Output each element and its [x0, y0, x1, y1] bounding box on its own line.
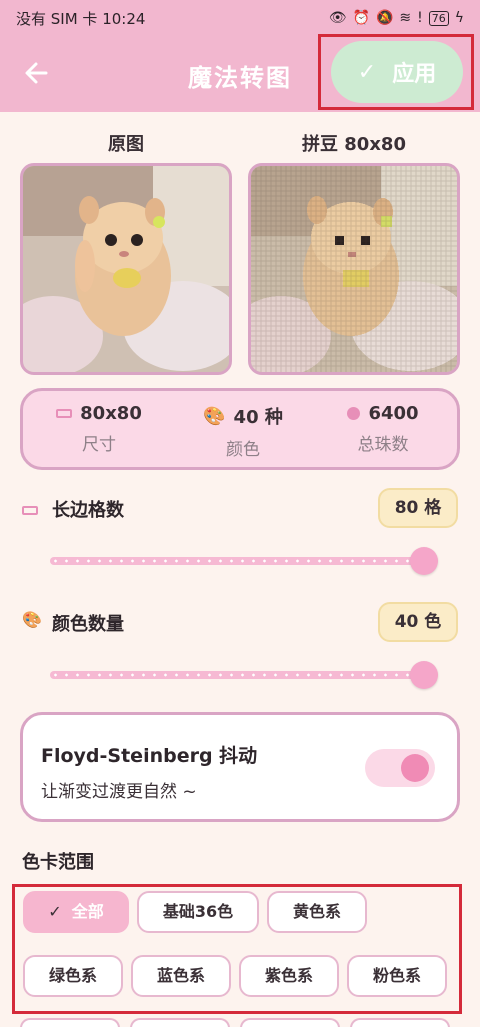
- status-icons: 👁 ⏰ 🔕 ≋ ! 76 ϟ: [329, 10, 464, 26]
- charging-icon: ϟ: [454, 10, 464, 26]
- color-count-slider[interactable]: [50, 660, 438, 690]
- chip-purple[interactable]: 紫色系: [239, 955, 339, 997]
- eye-icon: 👁: [328, 10, 347, 26]
- wifi-icon: ≋: [399, 10, 412, 26]
- dither-subtitle: 让渐变过渡更自然 ~: [41, 782, 197, 802]
- apply-button[interactable]: ✓ 应用: [331, 41, 463, 103]
- chip-peek: [130, 1018, 230, 1027]
- ruler-icon: [56, 409, 73, 418]
- status-text: 没有 SIM 卡 10:24: [16, 9, 146, 28]
- apply-highlight: ✓ 应用: [318, 34, 474, 110]
- pixel-preview-image: [248, 163, 460, 375]
- color-count-badge: 40 色: [378, 602, 458, 642]
- color-count-row: 🎨 颜色数量 40 色: [20, 600, 460, 644]
- mute-icon: 🔕: [375, 10, 394, 26]
- check-icon: ✓: [357, 59, 377, 85]
- dither-card: Floyd-Steinberg 抖动 让渐变过渡更自然 ~: [20, 712, 460, 822]
- battery-icon: 76: [428, 10, 449, 26]
- alert-icon: !: [417, 10, 423, 26]
- stat-beads: 6400 总珠数: [313, 403, 453, 455]
- stat-size-value: 80x80: [80, 403, 142, 424]
- slider-thumb[interactable]: [410, 547, 438, 575]
- chip-peek: [240, 1018, 340, 1027]
- pixel-label: 拼豆 80x80: [302, 134, 406, 155]
- dither-title: Floyd-Steinberg 抖动: [41, 745, 258, 767]
- slider-ticks: [50, 559, 438, 563]
- slider-thumb[interactable]: [410, 661, 438, 689]
- stat-colors-value: 40 种: [233, 407, 283, 428]
- chip-all[interactable]: ✓ 全部: [23, 891, 129, 933]
- color-count-title: 颜色数量: [52, 614, 124, 635]
- bead-icon: [347, 407, 361, 420]
- chip-label: 全部: [71, 902, 104, 921]
- top-bar: 魔法转图 ✓ 应用: [0, 34, 480, 112]
- apply-label: 应用: [392, 62, 437, 87]
- stat-colors: 🎨 40 种 颜色: [173, 403, 313, 461]
- palette-chips-highlight: ✓ 全部 基础36色 黄色系 绿色系 蓝色系 紫色系 粉色系: [12, 884, 462, 1014]
- palette-icon: 🎨: [203, 405, 226, 427]
- chip-basic-36[interactable]: 基础36色: [137, 891, 259, 933]
- palette-icon: 🎨: [22, 610, 42, 629]
- toggle-knob: [401, 754, 429, 782]
- stat-colors-label: 颜色: [226, 440, 260, 460]
- stat-beads-value: 6400: [368, 403, 419, 424]
- ruler-icon: [22, 500, 38, 519]
- long-side-badge: 80 格: [378, 488, 458, 528]
- chip-peek: [350, 1018, 450, 1027]
- original-image: [20, 163, 232, 375]
- long-side-row: 长边格数 80 格: [20, 486, 460, 530]
- palette-title: 色卡范围: [22, 852, 94, 873]
- stat-size-label: 尺寸: [82, 435, 116, 455]
- stat-size: 80x80 尺寸: [29, 403, 169, 455]
- alarm-icon: ⏰: [352, 10, 370, 26]
- chip-yellow[interactable]: 黄色系: [267, 891, 367, 933]
- long-side-slider[interactable]: [50, 546, 438, 576]
- status-bar: 没有 SIM 卡 10:24 👁 ⏰ 🔕 ≋ ! 76 ϟ: [0, 0, 480, 36]
- slider-ticks: [50, 673, 438, 677]
- original-label: 原图: [108, 134, 144, 155]
- chip-pink[interactable]: 粉色系: [347, 955, 447, 997]
- long-side-title: 长边格数: [52, 500, 124, 521]
- chip-green[interactable]: 绿色系: [23, 955, 123, 997]
- stat-beads-label: 总珠数: [357, 435, 409, 455]
- check-icon: ✓: [48, 902, 62, 921]
- chip-blue[interactable]: 蓝色系: [131, 955, 231, 997]
- dither-toggle[interactable]: [365, 749, 435, 787]
- stats-card: 80x80 尺寸 🎨 40 种 颜色 6400 总珠数: [20, 388, 460, 470]
- chip-peek: [20, 1018, 120, 1027]
